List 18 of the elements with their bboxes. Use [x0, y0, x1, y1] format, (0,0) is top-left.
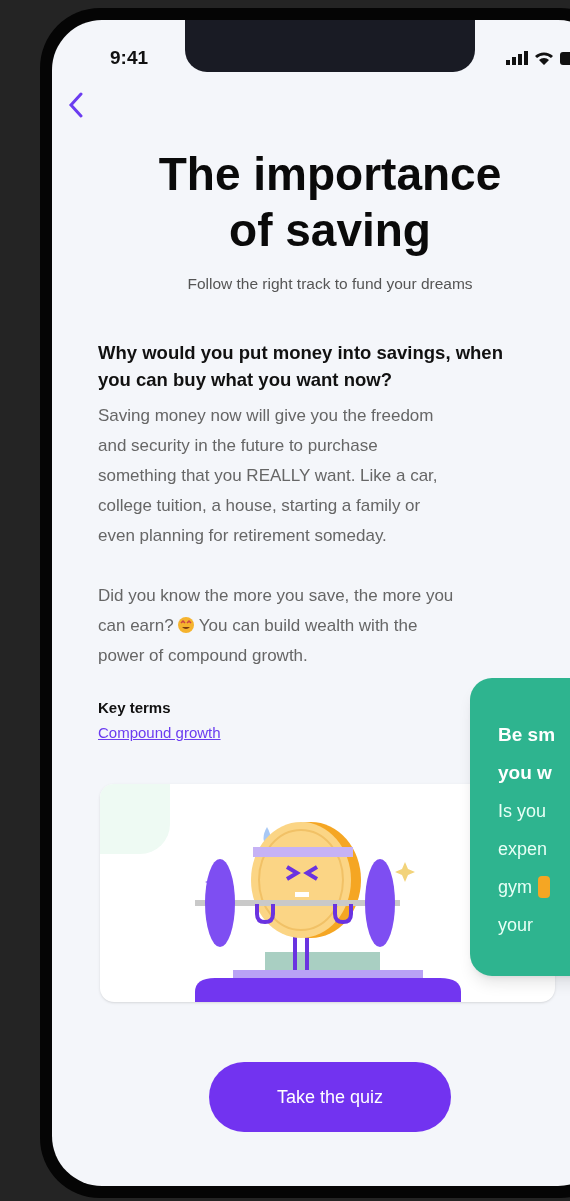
tip-title-line: Be sm [498, 723, 556, 747]
tip-body-line: expen [498, 838, 548, 861]
back-icon[interactable] [68, 92, 84, 118]
tip-body-line: your [498, 914, 533, 937]
tip-body-line: Is you [498, 800, 547, 823]
tip-title-line: you w [498, 761, 552, 785]
section-heading: Why would you put money into savings, when you can buy what you want now? [98, 341, 504, 393]
wifi-icon [534, 51, 554, 65]
page-title: The importance of saving [157, 147, 503, 258]
status-time: 9:41 [110, 45, 149, 70]
key-terms-label: Key terms [98, 698, 172, 719]
page-subtitle: Follow the right track to fund your dreams [186, 274, 474, 294]
key-term-link[interactable]: Compound growth [98, 721, 221, 745]
take-quiz-button[interactable]: Take the quiz [209, 1062, 451, 1133]
intro-paragraph: Saving money now will give you the freedom and security in the future to purchase something that you REALLY want. Like a car, college tuition, a house, starting a family or even planning for retirement someday. [98, 405, 439, 548]
growth-paragraph: Did you know the more you save, the more you can earn? You can build wealth with the power of compound growth. [98, 585, 455, 668]
tip-body-line: gym [498, 876, 532, 899]
signal-icon [506, 51, 528, 65]
